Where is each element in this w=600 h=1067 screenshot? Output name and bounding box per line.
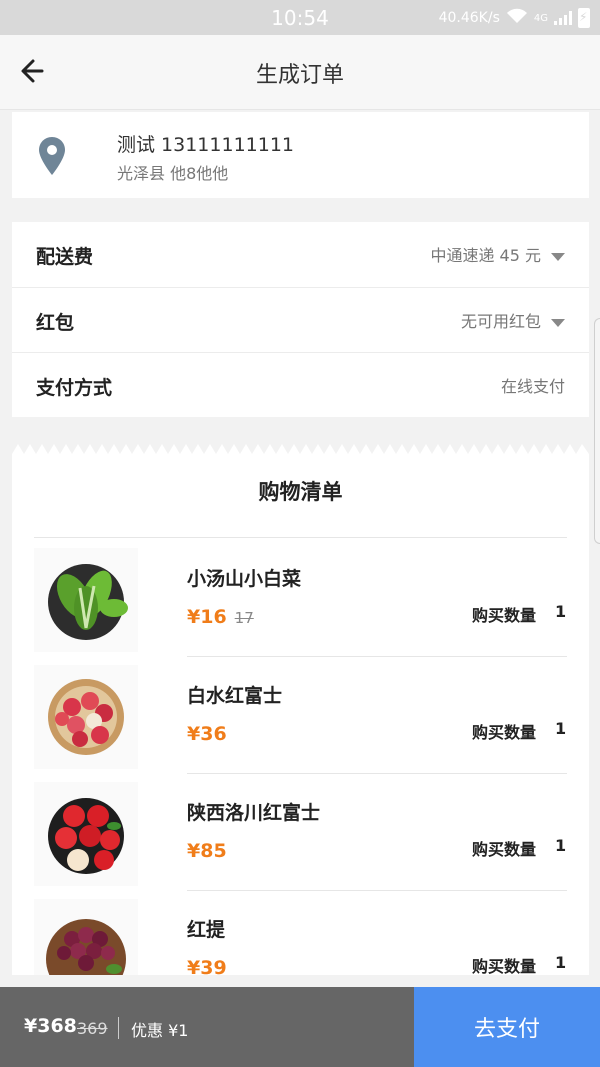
pay-button[interactable]: 去支付 [414, 987, 600, 1067]
battery-charging-icon [578, 8, 590, 28]
location-pin-icon [39, 137, 65, 175]
item-qty: 1 [555, 719, 567, 738]
item-price: ¥39 [187, 957, 227, 975]
caret-down-icon [551, 252, 565, 261]
signal-icon [554, 11, 572, 25]
nav-bar: 生成订单 [0, 35, 600, 110]
item-price: ¥85 [187, 840, 227, 862]
address-card[interactable]: 测试 13111111111 光泽县 他8他他 [12, 112, 589, 198]
item-name: 陕西洛川红富士 [187, 802, 321, 824]
status-bar: 10:54 40.46K/s 4G [0, 0, 600, 35]
divider [34, 537, 567, 538]
delivery-fee-select[interactable]: 中通速递 45 元 [430, 242, 565, 266]
item-qty-label: 购买数量 [472, 957, 537, 975]
wifi-icon [506, 8, 528, 28]
red-packet-select[interactable]: 无可用红包 [461, 308, 565, 332]
address-name-phone: 测试 13111111111 [117, 134, 295, 156]
item-qty: 1 [555, 836, 567, 855]
delivery-fee-label: 配送费 [36, 246, 94, 268]
item-price-value: ¥39 [187, 957, 227, 975]
caret-down-icon [551, 318, 565, 327]
item-qty-label: 购买数量 [472, 606, 537, 625]
item-name: 红提 [187, 919, 226, 941]
red-apples-image [34, 782, 138, 886]
red-packet-value: 无可用红包 [460, 312, 541, 331]
total-price: ¥368 [24, 1015, 77, 1037]
checkout-bar: ¥368 369 优惠 ¥1 去支付 [0, 987, 600, 1067]
divider [118, 1017, 119, 1039]
zigzag-edge [12, 440, 589, 454]
item-qty-label: 购买数量 [472, 840, 537, 859]
item-qty-label: 购买数量 [472, 723, 537, 742]
red-packet-label: 红包 [36, 312, 75, 334]
payment-method-row: 支付方式 在线支付 [12, 352, 589, 417]
item-original-price: 17 [234, 609, 254, 627]
original-total-price: 369 [77, 1019, 108, 1038]
list-item[interactable]: 小汤山小白菜 ¥16 17 购买数量 1 [12, 540, 589, 657]
list-item[interactable]: 红提 ¥39 购买数量 1 [12, 891, 589, 975]
item-qty: 1 [555, 602, 567, 621]
item-price-value: ¥16 [187, 606, 227, 628]
red-grapes-image [34, 899, 138, 975]
item-price: ¥36 [187, 723, 227, 745]
item-name: 白水红富士 [187, 685, 283, 707]
payment-method-value: 在线支付 [500, 377, 565, 396]
page-title: 生成订单 [255, 63, 344, 88]
discount-amount: 优惠 ¥1 [131, 1021, 189, 1040]
network-speed: 40.46K/s [438, 10, 500, 26]
item-price-value: ¥85 [187, 840, 227, 862]
payment-method-label: 支付方式 [36, 377, 113, 399]
side-edge-handle[interactable] [594, 318, 600, 544]
status-icons: 40.46K/s 4G [439, 8, 590, 28]
order-summary: ¥368 369 优惠 ¥1 [0, 987, 414, 1067]
red-packet-row[interactable]: 红包 无可用红包 [12, 287, 589, 352]
delivery-fee-row[interactable]: 配送费 中通速递 45 元 [12, 222, 589, 287]
shopping-list-title: 购物清单 [258, 480, 343, 504]
address-detail: 光泽县 他8他他 [117, 164, 229, 183]
item-price-value: ¥36 [187, 723, 227, 745]
apple-basket-image [34, 665, 138, 769]
item-price: ¥16 17 [187, 606, 254, 628]
item-qty: 1 [555, 953, 567, 972]
network-type: 4G [533, 12, 548, 24]
order-options: 配送费 中通速递 45 元 红包 无可用红包 支付方式 在线支付 [12, 222, 589, 417]
shopping-list: 购物清单 小汤山小白菜 ¥16 17 购买数量 1 白水红富士 ¥36 购买数量… [12, 440, 589, 975]
bok-choy-image [34, 548, 138, 652]
list-item[interactable]: 陕西洛川红富士 ¥85 购买数量 1 [12, 774, 589, 891]
list-item[interactable]: 白水红富士 ¥36 购买数量 1 [12, 657, 589, 774]
item-name: 小汤山小白菜 [187, 568, 302, 590]
delivery-fee-value: 中通速递 45 元 [430, 246, 541, 265]
